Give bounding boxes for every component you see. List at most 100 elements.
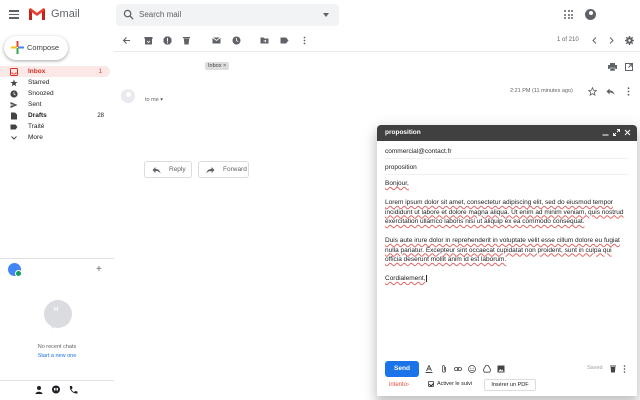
clock-icon — [10, 89, 18, 98]
reply-icon[interactable] — [606, 87, 615, 96]
sidebar-item-drafts[interactable]: Drafts 28 — [0, 110, 112, 121]
subject-field[interactable]: proposition — [385, 159, 629, 175]
main-menu-icon[interactable] — [9, 10, 19, 19]
sidebar-nav: Inbox 1 Starred Snoozed Sent Drafts 28 T… — [0, 66, 112, 143]
gmail-m-icon — [28, 7, 46, 21]
hangouts-avatar[interactable] — [8, 263, 22, 277]
more-vert-icon[interactable] — [300, 36, 309, 45]
contacts-icon[interactable] — [34, 385, 44, 395]
fullscreen-icon[interactable] — [613, 129, 620, 136]
sidebar-item-starred[interactable]: Starred — [0, 77, 112, 88]
start-new-chat-link[interactable]: Start a new one — [0, 353, 114, 359]
pagination-text: 1 of 210 — [557, 37, 579, 43]
delete-icon[interactable] — [182, 36, 191, 45]
search-options-icon[interactable] — [323, 13, 329, 17]
top-bar: Gmail Search mail — [0, 0, 640, 30]
forward-label: Forward — [223, 166, 247, 173]
compose-label: Compose — [27, 43, 60, 52]
unread-count: 1 — [98, 68, 102, 75]
chevron-left-icon[interactable] — [590, 36, 599, 45]
sidebar-item-sent[interactable]: Sent — [0, 99, 112, 110]
message-body[interactable]: Bonjour, Lorem ipsum dolor sit amet, con… — [385, 179, 629, 293]
hangouts-bubble-icon: ” — [44, 300, 72, 329]
sidebar-item-label: More — [28, 134, 43, 141]
minimize-icon[interactable] — [602, 129, 609, 136]
no-chats-text: No recent chats — [37, 344, 77, 350]
google-drive-icon[interactable] — [483, 365, 491, 373]
sidebar-item-label: Sent — [28, 101, 42, 108]
app-name: Gmail — [51, 8, 80, 20]
inbox-icon — [10, 67, 18, 76]
gmail-logo[interactable]: Gmail — [28, 7, 80, 21]
back-arrow-icon[interactable] — [122, 36, 131, 45]
sidebar-item-traite[interactable]: Traité — [0, 121, 112, 132]
compose-window: proposition commercial@contact.fr propos… — [377, 125, 637, 396]
sidebar-item-label: Inbox — [28, 68, 46, 75]
draft-icon — [11, 112, 17, 119]
saved-status: Saved — [587, 365, 603, 371]
inbox-label-chip[interactable]: Inbox × — [205, 62, 230, 70]
body-greeting: Bonjour, — [385, 180, 409, 187]
send-icon — [10, 101, 18, 108]
chevron-right-icon[interactable] — [607, 36, 616, 45]
print-icon[interactable] — [608, 63, 617, 71]
more-options-icon[interactable] — [623, 365, 626, 373]
forward-button[interactable]: Forward — [198, 161, 249, 178]
sidebar-item-snoozed[interactable]: Snoozed — [0, 88, 112, 99]
sidebar-divider — [0, 258, 114, 259]
star-icon[interactable] — [588, 87, 597, 96]
account-avatar-icon[interactable] — [585, 9, 596, 20]
reply-icon — [152, 166, 161, 173]
search-icon[interactable] — [123, 9, 134, 20]
phone-icon[interactable] — [68, 385, 78, 395]
reply-label: Reply — [169, 166, 186, 173]
sidebar-item-label: Drafts — [28, 112, 47, 119]
insert-photo-icon[interactable] — [497, 365, 505, 373]
chevron-down-icon — [11, 135, 17, 140]
archive-icon[interactable] — [144, 36, 153, 45]
search-input[interactable]: Search mail — [139, 10, 181, 19]
hangouts-tabs — [0, 380, 114, 400]
to-field[interactable]: commercial@contact.fr — [385, 143, 629, 159]
label-icon[interactable] — [280, 36, 289, 45]
more-vert-icon[interactable] — [627, 87, 630, 96]
hangouts-icon[interactable] — [51, 385, 61, 395]
open-in-new-window-icon[interactable] — [625, 63, 633, 71]
compose-button[interactable]: Compose — [4, 36, 68, 60]
recipient-details[interactable]: to me ▾ — [145, 97, 163, 103]
discard-draft-icon[interactable] — [609, 365, 617, 373]
reply-button[interactable]: Reply — [144, 161, 192, 178]
mark-unread-icon[interactable] — [212, 36, 221, 45]
compose-title: proposition — [385, 129, 421, 136]
close-icon[interactable] — [624, 129, 631, 136]
insert-pdf-button[interactable]: Insérer un PDF — [484, 379, 536, 391]
settings-gear-icon[interactable] — [625, 36, 634, 45]
snooze-clock-icon[interactable] — [232, 36, 241, 45]
attach-file-icon[interactable] — [440, 365, 448, 373]
tracking-checkbox[interactable] — [428, 381, 434, 387]
body-closing: Cordialement, — [385, 274, 629, 284]
body-closing-text: Cordialement, — [385, 275, 428, 282]
sender-avatar[interactable] — [121, 89, 135, 103]
message-toolbar: 1 of 210 — [114, 30, 640, 52]
label-icon — [10, 124, 18, 129]
emoji-icon[interactable] — [468, 365, 476, 373]
apps-grid-icon[interactable] — [564, 10, 573, 19]
star-icon — [10, 79, 18, 86]
send-button[interactable]: Send — [385, 361, 419, 377]
compose-header[interactable]: proposition — [377, 125, 637, 141]
sidebar-item-inbox[interactable]: Inbox 1 — [0, 66, 110, 77]
body-paragraph-1: Lorem ipsum dolor sit amet, consectetur … — [385, 199, 624, 225]
formatting-options-icon[interactable] — [425, 365, 433, 373]
body-paragraph-2: Duis aute irure dolor in reprehenderit i… — [385, 237, 620, 263]
sidebar-item-label: Traité — [28, 123, 45, 130]
sidebar-item-more[interactable]: More — [0, 132, 112, 143]
insert-link-icon[interactable] — [454, 365, 462, 373]
message-timestamp: 2:21 PM (11 minutes ago) — [510, 88, 573, 94]
search-bar[interactable]: Search mail — [116, 4, 339, 26]
report-spam-icon[interactable] — [163, 36, 172, 45]
intento-logo[interactable]: intento› — [389, 382, 409, 388]
new-chat-plus-icon[interactable]: + — [96, 265, 102, 275]
move-to-folder-icon[interactable] — [260, 36, 269, 45]
tracking-toggle[interactable]: Activer le suivi — [428, 381, 472, 387]
